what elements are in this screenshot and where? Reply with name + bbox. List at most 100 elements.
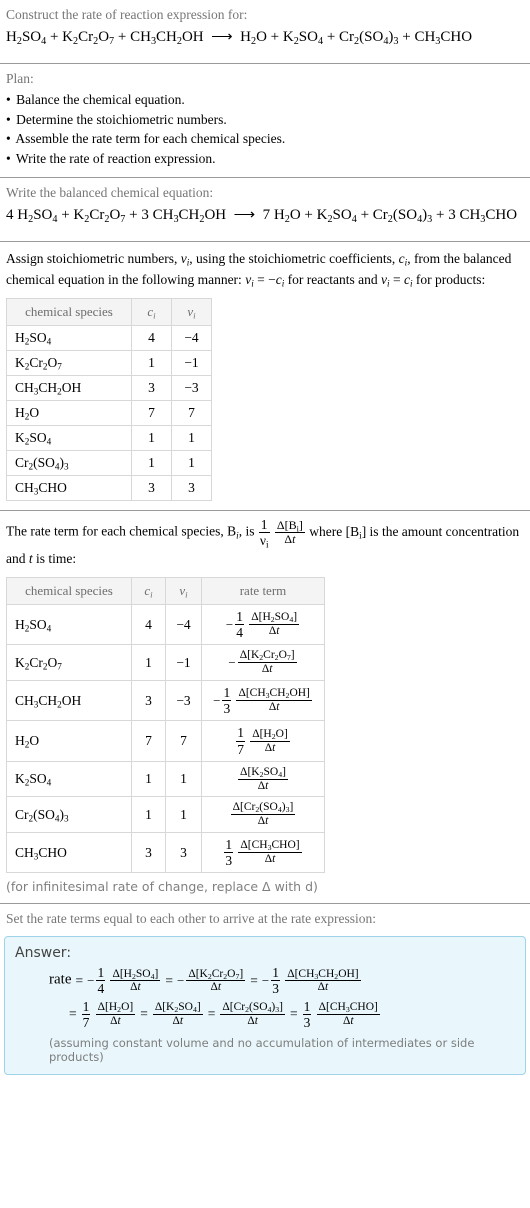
species-cell: CH3CHO xyxy=(6,832,132,874)
fraction-numerator: Δ[K2SO4] xyxy=(240,765,286,779)
stoichiometry-table: chemical species ci νi H2SO4 4 −4 K2Cr2O… xyxy=(6,298,212,501)
coefficient-cell: 1 xyxy=(131,450,172,476)
delta-fraction: Δ[K2SO4] Δt xyxy=(152,1000,203,1028)
fraction-denominator: 7 xyxy=(81,1013,91,1030)
column-header-vi: νi xyxy=(165,577,202,606)
table-row: H2O 7 7 1 7 Δ[H2O] Δt xyxy=(6,720,325,762)
unbalanced-equation: H2SO4 + K2Cr2O7 + CH3CH2OH ⟶ H2O + K2SO4… xyxy=(6,29,473,47)
fraction-numerator: Δ[H2O] xyxy=(97,1000,134,1014)
fraction-numerator: Δ[CH3CHO] xyxy=(318,1000,378,1014)
fraction-numerator: Δ[CH3CHO] xyxy=(240,839,300,853)
fraction-numerator: 1 xyxy=(225,837,233,853)
coefficient-cell: 1 xyxy=(131,425,172,451)
answer-prompt: Set the rate terms equal to each other t… xyxy=(6,911,376,927)
fraction-denominator: Δt xyxy=(238,778,288,793)
balanced-equation: 4 H2SO4 + K2Cr2O7 + 3 CH3CH2OH ⟶ 7 H2O +… xyxy=(6,207,518,225)
delta-fraction: Δ[K2Cr2O7] Δt xyxy=(237,649,297,676)
fraction-denominator: 7 xyxy=(236,740,245,757)
rate-term-table: chemical species ci νi rate term H2SO4 4−… xyxy=(6,577,325,874)
fraction-denominator: 3 xyxy=(271,980,280,997)
rate-term: 17 Δ[H2O] Δt xyxy=(81,999,137,1030)
table-row: CH3CH2OH 3 −3 xyxy=(6,375,212,401)
delta-fraction: Δ[CH3CH2OH] Δt xyxy=(285,967,361,995)
delta-fraction: Δ[H2SO4] Δt xyxy=(110,968,161,995)
negative-sign: − xyxy=(176,973,185,989)
fraction-denominator: Δt xyxy=(95,1013,136,1028)
negative-sign: − xyxy=(261,973,270,989)
coefficient-cell: 3 xyxy=(131,832,166,874)
fraction-denominator: Δt xyxy=(230,814,296,828)
delta-fraction: Δ[H2O] Δt xyxy=(95,1000,136,1028)
fraction-denominator: 4 xyxy=(235,624,244,641)
stoich-number-cell: −4 xyxy=(171,325,212,351)
table-row: CH3CH2OH 3 −3−1 3 Δ[CH3CH2OH] Δt xyxy=(6,680,325,722)
rate-term: Δ[Cr2(SO4)3] Δt xyxy=(219,1001,286,1027)
rate-term-paragraph: The rate term for each chemical species,… xyxy=(0,511,530,573)
answer-label: Answer: xyxy=(15,945,72,962)
coefficient-cell: 1 xyxy=(131,796,166,834)
column-header-ci: ci xyxy=(131,577,166,606)
plan-step-label: Assemble the rate term for each chemical… xyxy=(15,131,286,146)
answer-expression-row-1: rate = −1 4 Δ[H2SO4] Δt = − Δ[K2Cr2O7] Δt = −1 3 Δ[… xyxy=(49,965,515,996)
plan-step: • Write the rate of reaction expression. xyxy=(6,150,216,166)
negative-sign: − xyxy=(228,654,236,670)
coefficient-fraction: 14 xyxy=(96,965,106,996)
plan-step: • Balance the chemical equation. xyxy=(6,92,185,107)
stoich-number-cell: 1 xyxy=(165,796,202,834)
table-row: CH3CHO 3 3 xyxy=(6,475,212,501)
fraction-numerator: Δ[K2SO4] xyxy=(154,1000,201,1014)
rate-term-text-pre: The rate term for each chemical species,… xyxy=(6,523,237,539)
fraction-denominator: 3 xyxy=(302,1013,312,1030)
rate-term-cell: 13 Δ[CH3CHO] Δt xyxy=(201,832,325,874)
fraction-denominator: Δt xyxy=(152,1013,203,1028)
rate-term-table-body: H2SO4 4 −4−1 4 Δ[H2SO4] Δt K2Cr2O7 1 −1− Δ[K2Cr2… xyxy=(6,604,325,874)
negative-sign: − xyxy=(87,973,95,989)
stoich-number-cell: 7 xyxy=(165,720,202,762)
stoichiometry-paragraph: Assign stoichiometric numbers, νi, using… xyxy=(6,251,512,289)
balanced-prompt: Write the balanced chemical equation: xyxy=(6,185,214,200)
fraction-denominator: Δt xyxy=(250,740,290,755)
fraction-denominator: Δt xyxy=(316,1013,380,1028)
delta-fraction: Δ[CH3CH2OH] Δt xyxy=(236,687,312,714)
stoich-number-cell: 7 xyxy=(171,400,212,426)
species-cell: H2O xyxy=(6,720,132,762)
inline-fraction-one-over-nu: 1 νi xyxy=(258,517,270,550)
fraction-denominator: Δt xyxy=(285,980,361,994)
rate-term-cell: − Δ[K2Cr2O7] Δt xyxy=(201,644,325,682)
species-cell: H2SO4 xyxy=(6,604,132,646)
equals-sign: = xyxy=(165,972,173,988)
stoich-number-cell: 1 xyxy=(171,450,212,476)
species-cell: CH3CH2OH xyxy=(6,680,132,722)
plan-section: Plan: • Balance the chemical equation. •… xyxy=(0,64,530,168)
fraction-numerator: 1 xyxy=(223,685,231,701)
stoich-number-cell: 3 xyxy=(171,475,212,501)
fraction-numerator: Δ[CH3CH2OH] xyxy=(287,967,359,981)
stoich-number-cell: −3 xyxy=(165,680,202,722)
coefficient-fraction: 13 xyxy=(224,837,234,868)
table-row: K2SO4 1 1 Δ[K2SO4] Δt xyxy=(6,760,325,798)
coefficient-cell: 1 xyxy=(131,644,166,682)
answer-note: (assuming constant volume and no accumul… xyxy=(49,1035,475,1064)
stoich-number-cell: −3 xyxy=(171,375,212,401)
coefficient-fraction: 13 xyxy=(302,999,312,1030)
coefficient-fraction: 14 xyxy=(235,609,244,640)
fraction-denominator: νi xyxy=(258,532,270,550)
stoich-number-cell: −1 xyxy=(171,350,212,376)
species-cell: K2SO4 xyxy=(6,425,132,451)
rate-term-cell: 17 Δ[H2O] Δt xyxy=(201,720,325,762)
answer-section: Set the rate terms equal to each other t… xyxy=(0,904,530,1075)
coefficient-fraction: 17 xyxy=(236,725,245,757)
balanced-equation-section: Write the balanced chemical equation: 4 … xyxy=(0,178,530,232)
question-prompt: Construct the rate of reaction expressio… xyxy=(6,7,248,22)
equals-sign: = xyxy=(250,972,258,988)
stoich-number-cell: −1 xyxy=(165,644,202,682)
plan-title: Plan: xyxy=(6,71,34,86)
fraction-numerator: 1 xyxy=(82,998,90,1014)
table-header-row: chemical species ci νi xyxy=(6,298,212,326)
fraction-numerator: 1 xyxy=(272,965,279,981)
coefficient-cell: 3 xyxy=(131,680,166,722)
table-row: K2Cr2O7 1 −1− Δ[K2Cr2O7] Δt xyxy=(6,644,325,682)
fraction-numerator: 1 xyxy=(97,965,105,981)
species-cell: K2SO4 xyxy=(6,760,132,798)
equals-sign: = xyxy=(290,1005,298,1021)
